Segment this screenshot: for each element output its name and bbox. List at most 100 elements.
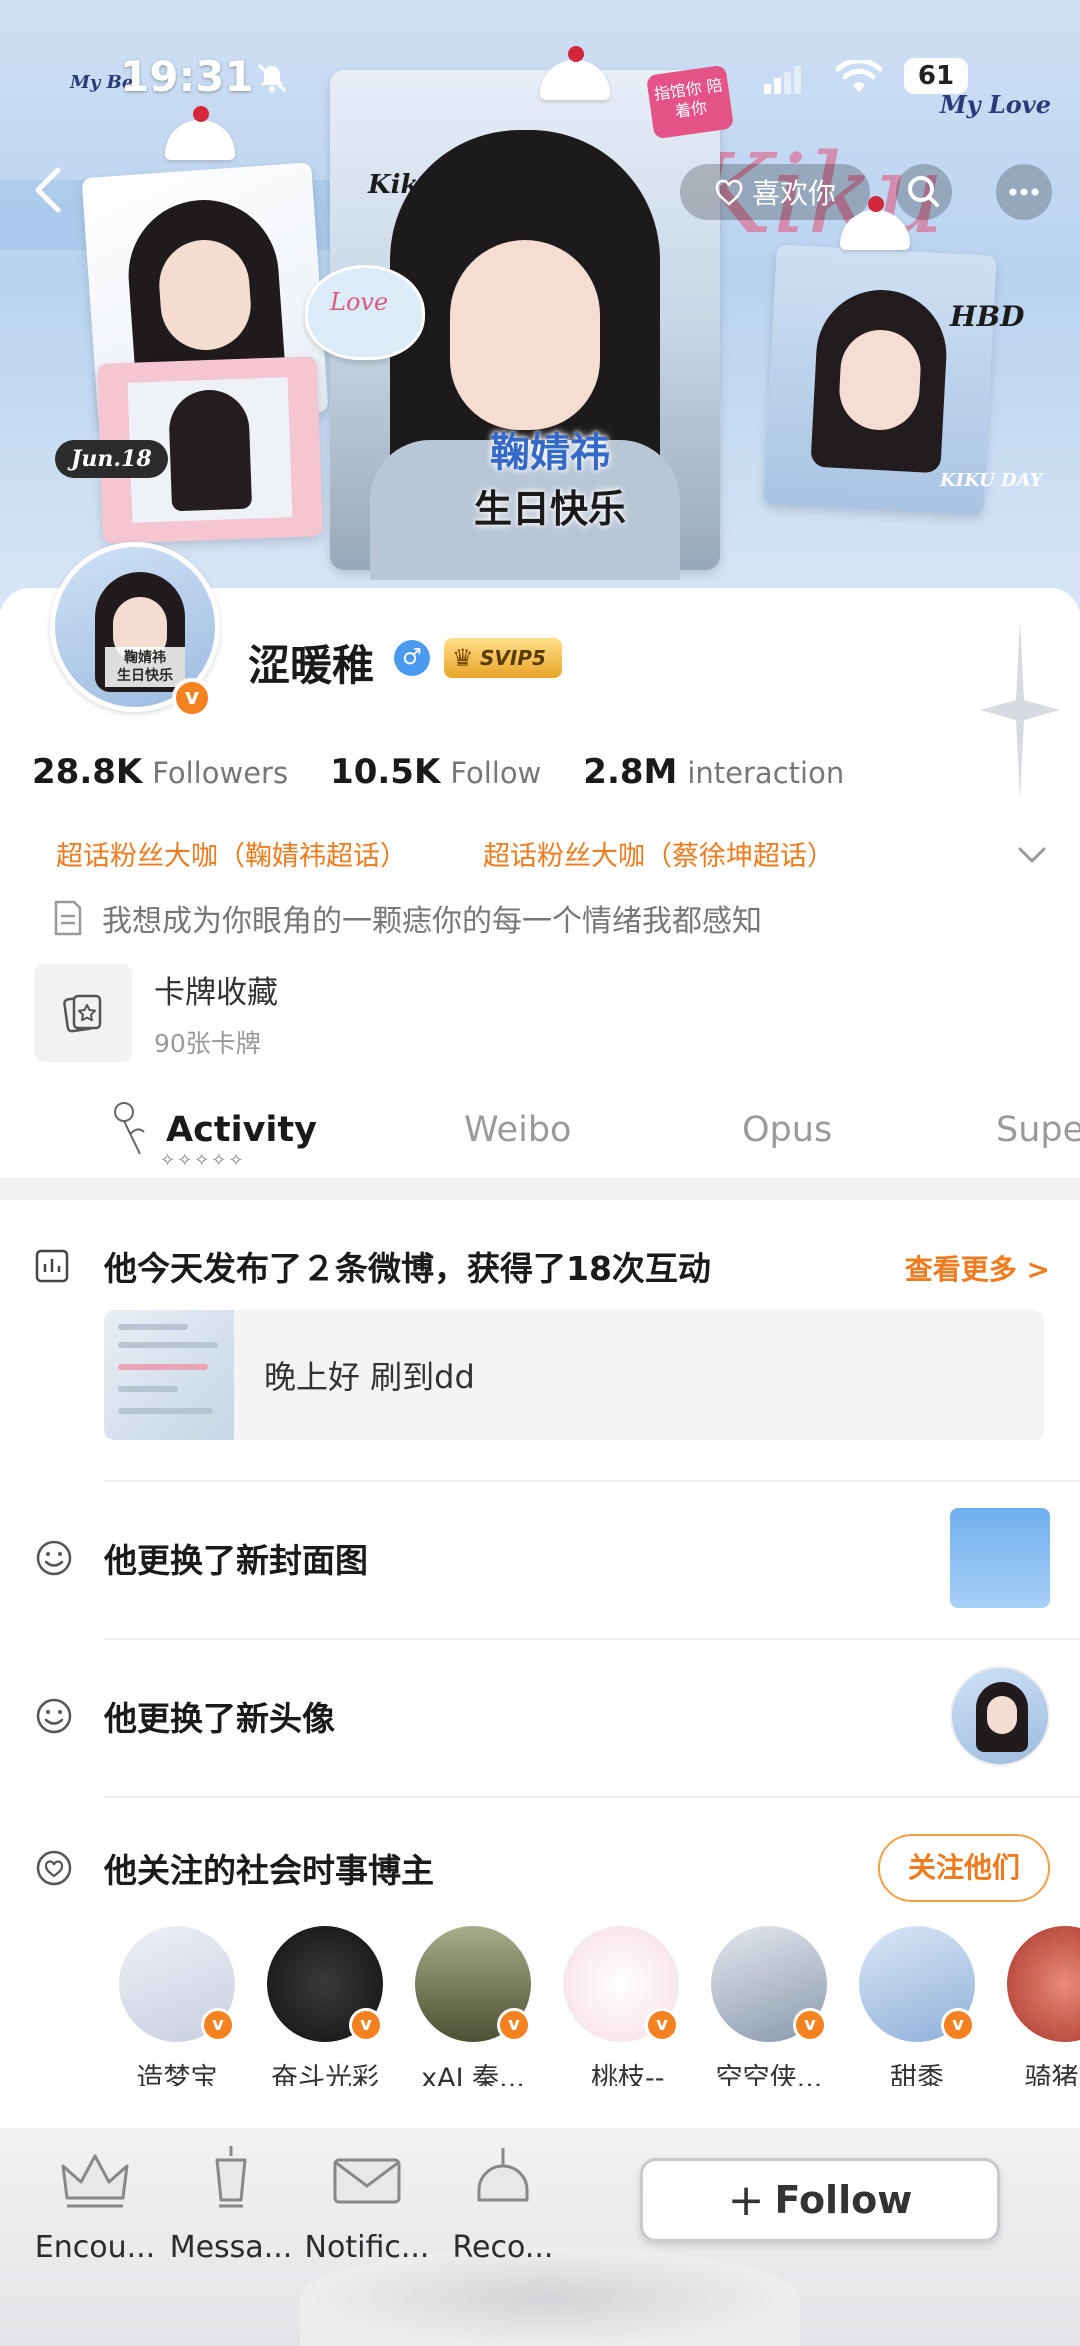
blogger-item[interactable]: v _桃枝-- xyxy=(556,1926,686,2086)
followers-stat[interactable]: 28.8K Followers xyxy=(32,752,288,792)
post-preview-text: 晚上好 刷到dd xyxy=(264,1358,475,1396)
cover-changed-text: 他更换了新封面图 xyxy=(104,1541,368,1580)
avatar-changed-item[interactable]: 他更换了新头像 xyxy=(34,1666,1050,1766)
blogger-item[interactable]: v xAI 秦... xyxy=(408,1926,538,2086)
tab-super[interactable]: Supe xyxy=(996,1110,1080,1150)
chevron-down-icon[interactable] xyxy=(1014,840,1050,870)
nav-encounter-label: Encou... xyxy=(34,2230,156,2265)
nav-recommend[interactable]: Reco... xyxy=(438,2128,568,2265)
blogger-name: xAI 秦... xyxy=(421,2063,525,2086)
male-gender-icon: ♂ xyxy=(394,640,430,676)
nav-notifications[interactable]: Notific... xyxy=(302,2128,432,2265)
active-tab-indicator: ✧✧✧✧✧ xyxy=(160,1150,246,1171)
search-icon[interactable] xyxy=(896,164,952,220)
fan-tag[interactable]: 超话粉丝大咖（蔡徐坤超话） xyxy=(483,834,834,873)
birthday-title-name: 鞠婧祎 xyxy=(490,430,610,476)
fan-tag[interactable]: 超话粉丝大咖（鞠婧祎超话） xyxy=(56,834,407,873)
bar-chart-icon xyxy=(35,1249,69,1283)
interaction-stat[interactable]: 2.8M interaction xyxy=(583,752,844,792)
verified-badge-icon: v xyxy=(941,2008,975,2042)
follow-them-button[interactable]: 关注他们 xyxy=(878,1834,1050,1902)
avatar-caption: 鞠婧祎 生日快乐 xyxy=(105,647,185,687)
followed-bloggers-item: 他关注的社会时事博主 关注他们 xyxy=(34,1818,1050,1918)
fan-tags: 超话粉丝大咖（鞠婧祎超话） 超话粉丝大咖（蔡徐坤超话） xyxy=(56,834,1036,873)
divider xyxy=(104,1796,1080,1798)
interaction-count: 2.8M xyxy=(583,752,678,792)
username: 涩暖稚 xyxy=(248,641,375,690)
blogger-avatar: v xyxy=(267,1926,383,2042)
follow-button-label: Follow xyxy=(774,2178,913,2222)
avatar-changed-text: 他更换了新头像 xyxy=(104,1699,335,1738)
bio-text: 我想成为你眼角的一颗痣你的每一个情绪我都感知 xyxy=(102,904,762,939)
verified-badge-icon: v xyxy=(497,2008,531,2042)
new-avatar-thumbnail[interactable] xyxy=(950,1666,1050,1766)
verified-badge-icon: v xyxy=(793,2008,827,2042)
sparkle-decoration-icon xyxy=(980,620,1060,800)
post-preview-card[interactable]: 晚上好 刷到dd xyxy=(104,1310,1044,1440)
divider xyxy=(104,1638,1080,1640)
smiley-icon xyxy=(36,1540,72,1576)
blogger-item[interactable]: v 奋斗光彩 xyxy=(260,1926,390,2086)
date-sticker: Jun.18 xyxy=(55,440,168,478)
battery-indicator: 61 xyxy=(904,58,968,94)
lantern-icon xyxy=(215,2146,247,2208)
profile-stats: 28.8K Followers 10.5K Follow 2.8M intera… xyxy=(32,752,844,792)
document-icon xyxy=(54,900,82,936)
daily-summary-row[interactable]: 他今天发布了２条微博，获得了18次互动 查看更多 > xyxy=(34,1236,1050,1296)
cover-thumbnail[interactable] xyxy=(950,1508,1050,1608)
card-collection-title: 卡牌收藏 xyxy=(154,974,278,1011)
nav-messages[interactable]: Messa... xyxy=(166,2128,296,2265)
nav-messages-label: Messa... xyxy=(169,2230,293,2265)
post-thumbnail xyxy=(104,1310,234,1440)
blogger-avatar: v xyxy=(711,1926,827,2042)
kikuday-sticker: KIKU DAY xyxy=(940,470,1043,491)
see-more-link[interactable]: 查看更多 > xyxy=(905,1248,1050,1288)
blogger-avatar: v xyxy=(119,1926,235,2042)
interaction-label: interaction xyxy=(687,756,845,790)
card-collection-count: 90张卡牌 xyxy=(154,1028,261,1058)
wifi-icon xyxy=(836,60,882,92)
nav-encounter[interactable]: Encou... xyxy=(30,2128,160,2265)
blogger-name: 甜黍 xyxy=(890,2063,944,2086)
follow-button[interactable]: + Follow xyxy=(640,2158,1000,2242)
birthday-title: 鞠婧祎 生日快乐 xyxy=(450,420,650,533)
blogger-avatar: v xyxy=(859,1926,975,2042)
envelope-icon xyxy=(333,2158,401,2204)
nav-recommend-label: Reco... xyxy=(452,2230,554,2265)
blogger-name: 空空侠... xyxy=(715,2063,823,2086)
verified-badge-icon: v xyxy=(172,678,212,718)
cover-changed-item[interactable]: 他更换了新封面图 xyxy=(34,1508,1050,1608)
verified-badge-icon: v xyxy=(201,2008,235,2042)
tab-weibo[interactable]: Weibo xyxy=(464,1110,571,1150)
bio-row: 我想成为你眼角的一颗痣你的每一个情绪我都感知 xyxy=(52,896,762,940)
following-label: Follow xyxy=(450,756,542,790)
nav-notifications-label: Notific... xyxy=(304,2230,430,2265)
blogger-name: 奋斗光彩 xyxy=(271,2063,379,2086)
plus-icon: + xyxy=(727,2174,765,2226)
blogger-item[interactable]: v 甜黍 xyxy=(852,1926,982,2086)
status-bar: 19:31 61 xyxy=(0,0,1080,150)
hand-heart-icon xyxy=(715,179,743,206)
card-collection[interactable]: 卡牌收藏 90张卡牌 xyxy=(34,964,278,1062)
bell-mute-icon xyxy=(257,63,287,93)
divider xyxy=(104,1480,1080,1482)
tab-opus[interactable]: Opus xyxy=(742,1110,832,1150)
heart-circle-icon xyxy=(36,1850,72,1886)
like-you-label: 喜欢你 xyxy=(751,177,836,210)
more-dots-icon[interactable] xyxy=(996,164,1052,220)
like-you-button[interactable]: 喜欢你 xyxy=(680,164,870,220)
blogger-avatar: v xyxy=(1007,1926,1080,2042)
following-stat[interactable]: 10.5K Follow xyxy=(330,752,541,792)
daily-summary-text: 他今天发布了２条微博，获得了18次互动 xyxy=(104,1249,711,1288)
blogger-item[interactable]: v 造梦宝 xyxy=(112,1926,242,2086)
back-chevron-icon[interactable] xyxy=(20,160,80,220)
blogger-item[interactable]: v 骑猪少 xyxy=(1000,1926,1080,2086)
blogger-item[interactable]: v 空空侠... xyxy=(704,1926,834,2086)
status-time: 19:31 xyxy=(120,52,254,101)
followers-label: Followers xyxy=(152,756,289,790)
section-divider xyxy=(0,1178,1080,1200)
helmet-icon xyxy=(477,2148,529,2202)
svip-badge[interactable]: SVIP5 xyxy=(444,638,562,678)
followed-bloggers-title: 他关注的社会时事博主 xyxy=(104,1851,434,1890)
tab-activity[interactable]: Activity xyxy=(166,1110,317,1150)
